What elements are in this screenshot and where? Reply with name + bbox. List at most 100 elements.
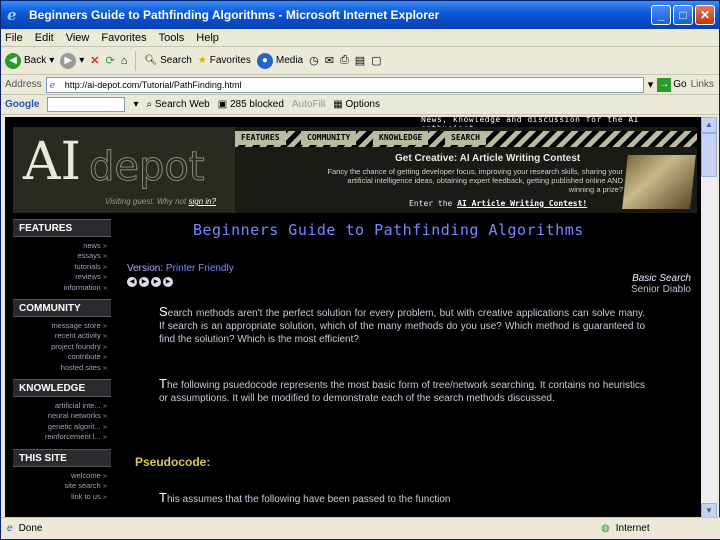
go-button[interactable]: → Go (657, 77, 687, 92)
sidebar-link[interactable]: site search (13, 481, 107, 491)
nav-search[interactable]: SEARCH (445, 131, 486, 145)
globe-icon: ◍ (601, 523, 610, 534)
scroll-thumb[interactable] (701, 133, 717, 177)
sidebar-link[interactable]: news (13, 241, 107, 251)
menu-favorites[interactable]: Favorites (101, 32, 146, 44)
minimize-button[interactable]: _ (651, 5, 671, 25)
menu-file[interactable]: File (5, 32, 23, 44)
page-status-icon: e (7, 523, 13, 534)
next-page-icon[interactable]: ▶ (139, 277, 149, 287)
chevron-down-icon: ▾ (49, 55, 55, 66)
media-icon: ● (256, 52, 273, 69)
menu-edit[interactable]: Edit (35, 32, 54, 44)
favorites-button[interactable]: ★ Favorites (198, 55, 251, 66)
sidebar-link[interactable]: information (13, 283, 107, 293)
nav-features[interactable]: FEATURES (235, 131, 286, 145)
sidebar-link[interactable]: welcome (13, 471, 107, 481)
site-nav: FEATURES COMMUNITY KNOWLEDGE SEARCH (235, 131, 697, 147)
autofill-button[interactable]: AutoFill (292, 99, 325, 110)
site-sidebar: FEATURES news essays tutorials reviews i… (13, 219, 111, 519)
contest-title: Get Creative: AI Article Writing Contest (395, 153, 581, 164)
chevron-down-icon: ▾ (79, 55, 85, 66)
menu-view[interactable]: View (66, 32, 90, 44)
home-icon[interactable]: ⌂ (121, 55, 128, 67)
author-name: Senior Diablo (630, 284, 691, 295)
page-viewport[interactable]: News, knowledge and discussion for the A… (5, 117, 701, 519)
page-nav-icons: ◀ ▶ ▶ ▶ (127, 277, 173, 287)
sidebar-section-title: FEATURES (13, 219, 111, 237)
google-toolbar: Google ▾ ⌕ Search Web ▣ 285 blocked Auto… (1, 95, 719, 115)
next-page-icon[interactable]: ▶ (151, 277, 161, 287)
sidebar-link[interactable]: tutorials (13, 262, 107, 272)
next-page-icon[interactable]: ▶ (163, 277, 173, 287)
menu-help[interactable]: Help (196, 32, 219, 44)
menu-bar: File Edit View Favorites Tools Help (1, 29, 719, 47)
browser-window: e Beginners Guide to Pathfinding Algorit… (0, 0, 720, 540)
scroll-up-icon[interactable]: ▲ (701, 117, 717, 133)
sidebar-link[interactable]: genetic algorit... (13, 422, 107, 432)
article: Beginners Guide to Pathfinding Algorithm… (127, 221, 691, 505)
blocked-icon: ▣ (217, 99, 228, 110)
mail-icon[interactable]: ✉ (325, 54, 334, 67)
paragraph: This assumes that the following have bee… (159, 490, 451, 505)
sidebar-link[interactable]: essays (13, 251, 107, 261)
contest-link[interactable]: AI Article Writing Contest! (457, 199, 587, 208)
ai-depot-logo[interactable]: AI depot Visiting guest. Why not sign in… (13, 127, 235, 213)
window-title: Beginners Guide to Pathfinding Algorithm… (29, 8, 440, 22)
address-input[interactable]: e http://ai-depot.com/Tutorial/PathFindin… (45, 76, 644, 93)
ie-logo-icon: e (7, 6, 17, 24)
star-icon: ★ (197, 55, 207, 66)
options-button[interactable]: ▦ Options (333, 99, 380, 110)
links-button[interactable]: Links (691, 79, 714, 90)
contest-text: Fancy the chance of getting developer fo… (327, 167, 623, 194)
search-web-button[interactable]: ⌕ Search Web (146, 99, 209, 110)
sidebar-link[interactable]: recent activity (13, 331, 107, 341)
sidebar-link[interactable]: link to us (13, 492, 107, 502)
sidebar-link[interactable]: contribute (13, 352, 107, 362)
sidebar-link[interactable]: message store (13, 321, 107, 331)
forward-arrow-icon: ▶ (60, 52, 77, 69)
sign-in-link[interactable]: sign in? (188, 197, 216, 206)
search-icon: 🔍︎ (144, 55, 158, 66)
sidebar-link[interactable]: reviews (13, 272, 107, 282)
edit-icon[interactable]: ▤ (355, 54, 365, 67)
status-bar: e Done ◍ Internet (1, 517, 720, 539)
discuss-icon[interactable]: ▢ (371, 54, 381, 67)
search-button[interactable]: 🔍︎ Search (144, 55, 191, 66)
prev-page-icon[interactable]: ◀ (127, 277, 137, 287)
options-icon: ▦ (333, 99, 343, 110)
sidebar-link[interactable]: artificial inte... (13, 401, 107, 411)
sidebar-link[interactable]: neural networks (13, 411, 107, 421)
maximize-button[interactable]: □ (673, 5, 693, 25)
contest-promo: Get Creative: AI Article Writing Contest… (235, 149, 697, 213)
address-dropdown-icon[interactable]: ▾ (648, 78, 654, 91)
refresh-icon[interactable]: ⟳ (106, 54, 115, 67)
print-icon[interactable]: ⎙ (340, 54, 349, 67)
stop-icon[interactable]: ✕ (90, 54, 99, 67)
sidebar-link[interactable]: reinforcement l... (13, 432, 107, 442)
sidebar-link[interactable]: hosted sites (13, 363, 107, 373)
close-button[interactable]: ✕ (695, 5, 715, 25)
section-title: Basic Search (632, 273, 691, 284)
popup-blocked-button[interactable]: ▣ 285 blocked (218, 99, 284, 110)
google-dropdown-icon[interactable]: ▾ (133, 99, 138, 110)
address-label: Address (5, 79, 42, 90)
nav-community[interactable]: COMMUNITY (301, 131, 357, 145)
sidebar-link[interactable]: project foundry (13, 342, 107, 352)
nav-knowledge[interactable]: KNOWLEDGE (373, 131, 429, 145)
google-search-input[interactable] (47, 97, 126, 112)
forward-button[interactable]: ▶ ▾ (60, 52, 85, 69)
back-button[interactable]: ◀ Back ▾ (5, 52, 55, 69)
google-logo[interactable]: Google (5, 99, 39, 110)
sidebar-section-title: COMMUNITY (13, 299, 111, 318)
printer-friendly-link[interactable]: Printer Friendly (166, 263, 234, 274)
back-arrow-icon: ◀ (5, 52, 21, 69)
title-bar: e Beginners Guide to Pathfinding Algorit… (1, 1, 719, 29)
page-icon: e (49, 80, 56, 91)
media-button[interactable]: ● Media (256, 52, 303, 69)
address-bar: Address e http://ai-depot.com/Tutorial/Pa… (1, 75, 719, 95)
vertical-scrollbar[interactable]: ▲ ▼ (701, 117, 717, 519)
menu-tools[interactable]: Tools (159, 32, 185, 44)
history-icon[interactable]: ◷ (309, 54, 319, 67)
zone-text: Internet (615, 523, 650, 534)
